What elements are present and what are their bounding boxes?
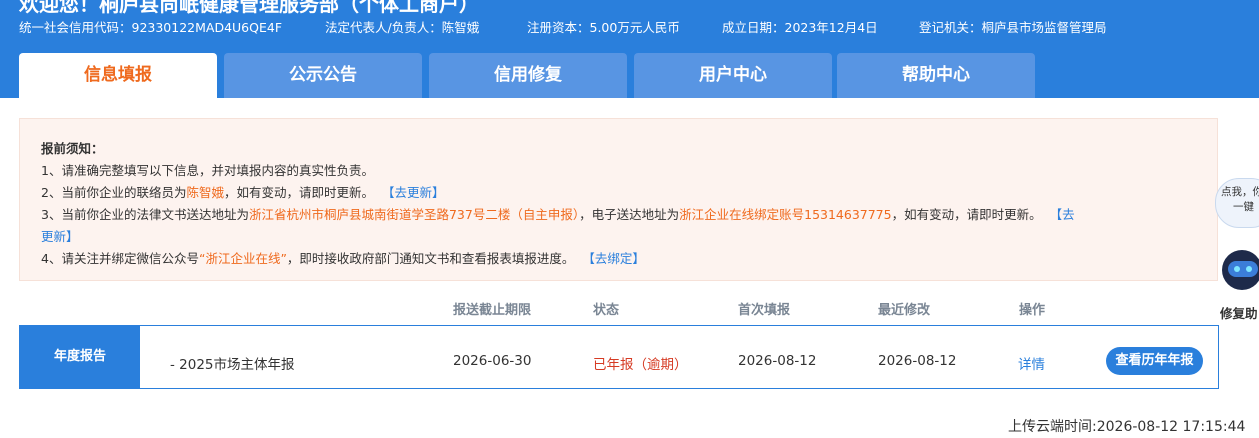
row-label-annual-report: 年度报告	[20, 326, 140, 388]
establish-date: 成立日期：2023年12月4日	[722, 20, 878, 35]
notice-text: ，如有变动，请即时更新。	[223, 185, 374, 200]
legal-representative: 法定代表人/负责人：陈智娥	[325, 20, 480, 35]
header-action: 操作	[1019, 303, 1046, 318]
upload-timestamp: 上传云端时间:2026-08-12 17:15:44	[1008, 419, 1246, 435]
deadline-value: 2026-06-30	[453, 353, 532, 369]
notice-text: 3、当前你企业的法律文书送达地址为	[41, 207, 249, 222]
notice-text: 4、请关注并绑定微信公众号	[41, 251, 199, 266]
repair-assistant-widget[interactable]: 点我，你 一键 修复助	[1212, 178, 1259, 328]
notice-line-2: 2、当前你企业的联络员为陈智娥，如有变动，请即时更新。 【去更新】	[41, 182, 444, 201]
bind-wechat-link[interactable]: 【去绑定】	[582, 251, 645, 266]
tab-credit-repair[interactable]: 信用修复	[429, 53, 627, 98]
assistant-speech-bubble[interactable]: 点我，你 一键	[1215, 178, 1259, 228]
header-status: 状态	[593, 303, 620, 318]
bubble-line-1: 点我，你	[1221, 186, 1259, 198]
notice-line-3-cont: 更新】	[41, 226, 79, 245]
update-address-link[interactable]: 【去	[1050, 207, 1075, 222]
table-row-annual-report: 年度报告 - 2025市场主体年报 2026-06-30 已年报（逾期） 202…	[19, 325, 1219, 389]
first-filing-date: 2026-08-12	[738, 353, 817, 369]
header-deadline: 报送截止期限	[453, 303, 532, 318]
electronic-address: 浙江企业在线绑定账号15314637775	[679, 207, 892, 222]
report-name: - 2025市场主体年报	[170, 357, 295, 373]
liaison-name: 陈智娥	[186, 185, 224, 200]
notice-text: ，电子送达地址为	[579, 207, 680, 222]
notice-line-3: 3、当前你企业的法律文书送达地址为浙江省杭州市桐庐县城南街道学圣路737号二楼（…	[41, 204, 1075, 223]
notice-text: 2、当前你企业的联络员为	[41, 185, 187, 200]
welcome-title: 欢迎您！桐庐县尚岷健康管理服务部（个体工商户）	[19, 0, 479, 16]
details-link[interactable]: 详情	[1018, 353, 1045, 373]
bubble-line-2: 一键	[1233, 201, 1254, 213]
tab-public-notice[interactable]: 公示公告	[224, 53, 422, 98]
notice-line-4: 4、请关注并绑定微信公众号“浙江企业在线”，即时接收政府部门通知文书和查看报表填…	[41, 248, 645, 267]
status-badge: 已年报（逾期）	[593, 357, 688, 373]
robot-face	[1228, 261, 1258, 277]
last-modified-date: 2026-08-12	[878, 353, 957, 369]
credit-code: 统一社会信用代码：92330122MAD4U6QE4F	[19, 20, 283, 35]
robot-icon[interactable]	[1222, 250, 1259, 290]
tab-user-center[interactable]: 用户中心	[634, 53, 832, 98]
registration-authority: 登记机关：桐庐县市场监督管理局	[919, 20, 1107, 35]
header-last-modified: 最近修改	[878, 303, 931, 318]
view-history-reports-button[interactable]: 查看历年年报	[1106, 347, 1203, 375]
tab-help-center[interactable]: 帮助中心	[837, 53, 1035, 98]
header-banner: 欢迎您！桐庐县尚岷健康管理服务部（个体工商户） 统一社会信用代码：9233012…	[0, 0, 1259, 98]
notice-text: ，如有变动，请即时更新。	[891, 207, 1042, 222]
update-address-link-cont[interactable]: 更新】	[41, 229, 79, 244]
update-liaison-link[interactable]: 【去更新】	[382, 185, 445, 200]
header-first-filing: 首次填报	[738, 303, 791, 318]
legal-address: 浙江省杭州市桐庐县城南街道学圣路737号二楼（自主申报）	[248, 207, 580, 222]
wechat-account-name: “浙江企业在线”	[198, 251, 287, 266]
notice-title: 报前须知：	[41, 141, 104, 156]
robot-eye	[1246, 266, 1252, 272]
notice-text: ，即时接收政府部门通知文书和查看报表填报进度。	[286, 251, 575, 266]
repair-assistant-label: 修复助	[1220, 306, 1258, 321]
pre-report-notice: 报前须知： 1、请准确完整填写以下信息，并对填报内容的真实性负责。 2、当前你企…	[19, 118, 1218, 281]
registered-capital: 注册资本：5.00万元人民币	[527, 20, 680, 35]
notice-line-1: 1、请准确完整填写以下信息，并对填报内容的真实性负责。	[41, 163, 374, 178]
tab-info-filing[interactable]: 信息填报	[19, 53, 217, 98]
robot-eye	[1234, 266, 1240, 272]
